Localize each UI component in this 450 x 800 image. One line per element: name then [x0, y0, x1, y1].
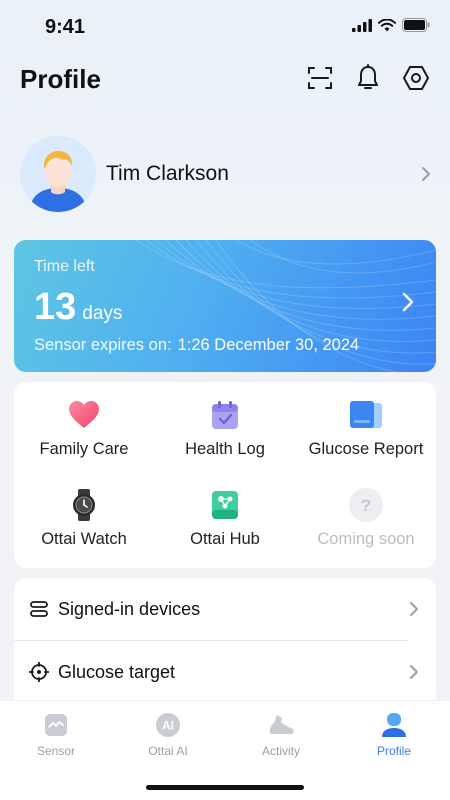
tab-label: Activity [261, 744, 300, 758]
avatar [20, 136, 96, 212]
sensor-icon [42, 711, 70, 739]
settings-hex-icon[interactable] [402, 64, 430, 92]
chevron-right-icon [402, 292, 414, 317]
tab-sensor[interactable]: Sensor [0, 711, 112, 758]
status-time: 9:41 [45, 16, 86, 38]
signal-icon [352, 18, 372, 37]
settings-list: Signed-in devices Glucose target [14, 578, 436, 718]
profile-name: Tim Clarkson [106, 162, 229, 185]
bell-icon[interactable] [354, 64, 382, 92]
home-indicator [146, 785, 304, 790]
tab-profile[interactable]: Profile [338, 711, 450, 758]
header-actions [306, 64, 430, 92]
tab-label: Profile [376, 744, 411, 758]
devices-icon [28, 598, 50, 620]
feature-family-care[interactable]: Family Care [14, 398, 154, 459]
days-remaining: 13 days [34, 286, 122, 329]
feature-label: Coming soon [317, 530, 415, 548]
status-icons [352, 18, 430, 37]
feature-label: Health Log [185, 440, 265, 458]
tab-ottai-ai[interactable]: AI Ottai AI [112, 711, 224, 758]
list-item-glucose-target[interactable]: Glucose target [28, 641, 422, 703]
expires-value: 1:26 December 30, 2024 [177, 336, 360, 354]
status-bar: 9:41 [0, 0, 450, 52]
wifi-icon [378, 18, 396, 37]
feature-label: Ottai Hub [190, 530, 260, 548]
watch-icon [67, 488, 101, 522]
calendar-check-icon [208, 398, 242, 432]
profile-icon [380, 711, 408, 739]
list-item-label: Signed-in devices [58, 598, 201, 619]
tab-activity[interactable]: Activity [225, 711, 337, 758]
list-item-label: Glucose target [58, 661, 176, 682]
chevron-right-icon [418, 166, 434, 182]
feature-label: Family Care [39, 440, 129, 458]
heart-icon [67, 398, 101, 432]
scan-icon[interactable] [306, 64, 334, 92]
days-value: 13 [34, 286, 77, 328]
chevron-right-icon [406, 664, 422, 680]
features-grid: Family Care Health Log Glucose Report Ot… [14, 382, 436, 568]
feature-coming-soon: ? Coming soon [296, 488, 436, 549]
question-icon: ? [349, 488, 383, 522]
hub-icon [208, 488, 242, 522]
sensor-card[interactable]: Time left 13 days Sensor expires on: 1:26… [14, 240, 436, 372]
shoe-icon [267, 711, 295, 739]
feature-glucose-report[interactable]: Glucose Report [296, 398, 436, 459]
page-title: Profile [20, 64, 101, 94]
feature-label: Glucose Report [308, 440, 424, 458]
list-item-signed-in-devices[interactable]: Signed-in devices [28, 578, 422, 640]
sensor-expiry: Sensor expires on: 1:26 December 30, 2024 [34, 336, 359, 355]
tab-label: Ottai AI [148, 744, 188, 758]
chevron-right-icon [406, 601, 422, 617]
battery-icon [402, 18, 430, 37]
profile-row[interactable]: Tim Clarkson [20, 136, 434, 212]
feature-health-log[interactable]: Health Log [155, 398, 295, 459]
divider [14, 640, 408, 641]
svg-text:AI: AI [162, 719, 174, 733]
days-unit: days [82, 303, 123, 324]
feature-ottai-hub[interactable]: Ottai Hub [155, 488, 295, 549]
target-icon [28, 661, 50, 683]
expires-label: Sensor expires on: [34, 336, 172, 354]
svg-text:?: ? [361, 496, 371, 515]
time-left-label: Time left [34, 258, 95, 275]
report-icon [349, 398, 383, 432]
feature-ottai-watch[interactable]: Ottai Watch [14, 488, 154, 549]
feature-label: Ottai Watch [41, 530, 127, 548]
ai-icon: AI [154, 711, 182, 739]
tab-label: Sensor [36, 744, 76, 758]
